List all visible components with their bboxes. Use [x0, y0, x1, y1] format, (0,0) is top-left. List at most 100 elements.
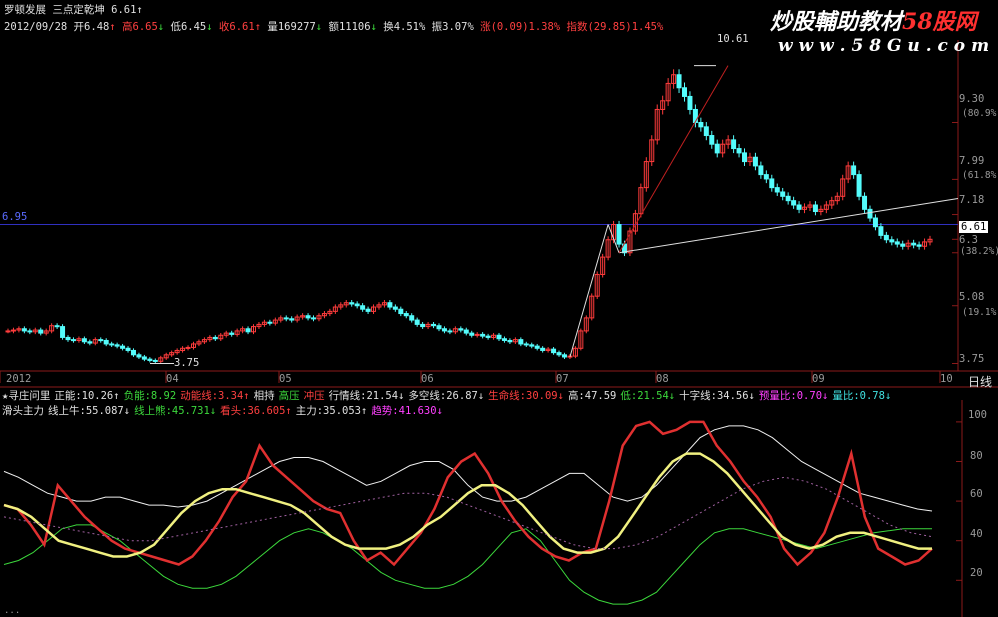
candle-body	[5, 330, 11, 333]
indicator-bar-1-item: 正能:10.26↑	[54, 390, 120, 402]
current-price-tag: 6.61	[959, 221, 989, 233]
candle-body	[463, 329, 469, 334]
candle-body	[616, 224, 622, 245]
amplitude-label: 振3.07%	[431, 21, 474, 33]
candle-body	[420, 323, 426, 328]
candle-body	[311, 317, 317, 320]
indicator-bar-1-item: 量比:0.78↓	[832, 390, 892, 402]
time-axis-label: 05	[279, 373, 292, 385]
time-axis-label: 09	[812, 373, 825, 385]
high-label: 高6.65	[122, 21, 158, 33]
candle-body	[152, 359, 158, 362]
osc-series-line	[3, 524, 932, 605]
osc-axis-label: 20	[970, 567, 983, 579]
low-label: 低6.45	[170, 21, 207, 33]
candle-body	[70, 339, 76, 342]
low-price-marker: 3.75	[174, 357, 200, 369]
osc-axis-label: 100	[968, 409, 987, 421]
candle-body	[65, 336, 71, 341]
candle-body	[692, 108, 698, 124]
candle-body	[731, 139, 737, 150]
candle-body	[392, 306, 398, 310]
stock-name: 罗顿发展	[4, 4, 46, 16]
candle-body	[267, 321, 273, 324]
open-label: 开6.48	[73, 21, 110, 33]
candle-body	[349, 302, 355, 305]
osc-axis-label: 40	[970, 528, 983, 540]
candle-body	[758, 165, 764, 176]
candle-body	[54, 325, 60, 328]
candle-body	[436, 325, 442, 330]
amount-label: 额11106	[328, 21, 371, 33]
bottom-partial-text: ...	[4, 606, 21, 616]
osc-axis-label: 60	[970, 488, 983, 500]
candle-body	[141, 356, 147, 360]
candle-body	[414, 319, 420, 325]
price-axis-label: (38.2%)	[960, 246, 998, 257]
candle-body	[681, 87, 687, 97]
close-label: 收6.61	[218, 21, 255, 33]
candle-body	[185, 346, 191, 349]
candle-body	[27, 330, 33, 333]
level-line-label: 6.95	[2, 211, 28, 223]
period-tab[interactable]: 日线	[968, 373, 992, 390]
candle-body	[780, 191, 786, 197]
indicator-bar-2-item: 滑头主力	[2, 405, 44, 417]
candle-body	[354, 303, 360, 307]
ohlc-row: 2012/09/28 开6.48↑ 高6.65↓ 低6.45↓ 收6.61↑ 量…	[4, 21, 664, 33]
indicator-bar-1-item: 高:47.59	[567, 390, 617, 402]
candle-body	[441, 328, 447, 332]
candle-body	[736, 148, 742, 154]
candle-body	[212, 336, 218, 340]
candle-body	[529, 344, 535, 347]
candle-body	[752, 156, 758, 167]
watermark-title-a: 炒股輔助教材	[770, 9, 903, 35]
candle-body	[894, 241, 900, 245]
candle-body	[534, 345, 540, 349]
candle-body	[103, 339, 109, 345]
candle-body	[900, 243, 906, 247]
candle-body	[458, 328, 464, 331]
candle-body	[229, 332, 235, 335]
price-axis-label: 3.75	[959, 353, 985, 365]
stock-chart[interactable]	[0, 0, 998, 617]
indicator-bar-1-item: 相持	[253, 390, 275, 402]
candle-body	[791, 200, 797, 206]
indicator-bar-2-item: 线上牛:55.087↓	[48, 405, 131, 417]
candle-body	[469, 332, 475, 336]
price-axis-label: (61.8%)	[962, 170, 998, 181]
price-axis-label: (80.9%)	[962, 108, 998, 119]
candle-body	[38, 329, 44, 334]
volume-label: 量169277	[267, 21, 316, 33]
candle-body	[703, 126, 709, 137]
price-axis-label: 9.30	[959, 93, 985, 105]
indicator-bar-1: ★寻庄问里 正能:10.26↑ 负能:8.92 动能线:3.34↑ 相持 高压 冲压 行情线:…	[2, 388, 895, 403]
time-axis-label: 2012	[6, 373, 32, 385]
indicator-name: 三点定乾坤	[52, 4, 105, 16]
candle-body	[136, 354, 142, 358]
candle-body	[518, 339, 524, 345]
time-axis-label: 10	[940, 373, 953, 385]
candle-body	[540, 347, 546, 351]
candle-body	[130, 349, 136, 356]
candle-body	[769, 178, 775, 189]
indicator-value: 6.61	[111, 4, 137, 16]
osc-series-line	[3, 425, 933, 512]
support-line	[618, 197, 959, 254]
candle-body	[431, 323, 437, 327]
indicator-bar-1-item: 动能线:3.34↑	[180, 390, 250, 402]
indicator-bar-1-item: 行情线:21.54↓	[328, 390, 405, 402]
candle-body	[862, 195, 868, 210]
candle-body	[387, 302, 393, 308]
indicator-bar-2-item: 趋势:41.630↓	[371, 405, 443, 417]
time-axis-label: 06	[421, 373, 434, 385]
turnover-label: 换4.51%	[383, 21, 426, 33]
candle-body	[109, 343, 115, 346]
candle-body	[485, 335, 491, 338]
watermark-title-b: 58股网	[902, 9, 977, 35]
price-axis-label: 7.18	[959, 194, 985, 206]
indicator-bar-2-item: 看头:36.605↑	[220, 405, 292, 417]
time-axis-label: 04	[166, 373, 179, 385]
candle-body	[496, 334, 502, 340]
indicator-bar-2-item: 主力:35.053↑	[295, 405, 368, 417]
